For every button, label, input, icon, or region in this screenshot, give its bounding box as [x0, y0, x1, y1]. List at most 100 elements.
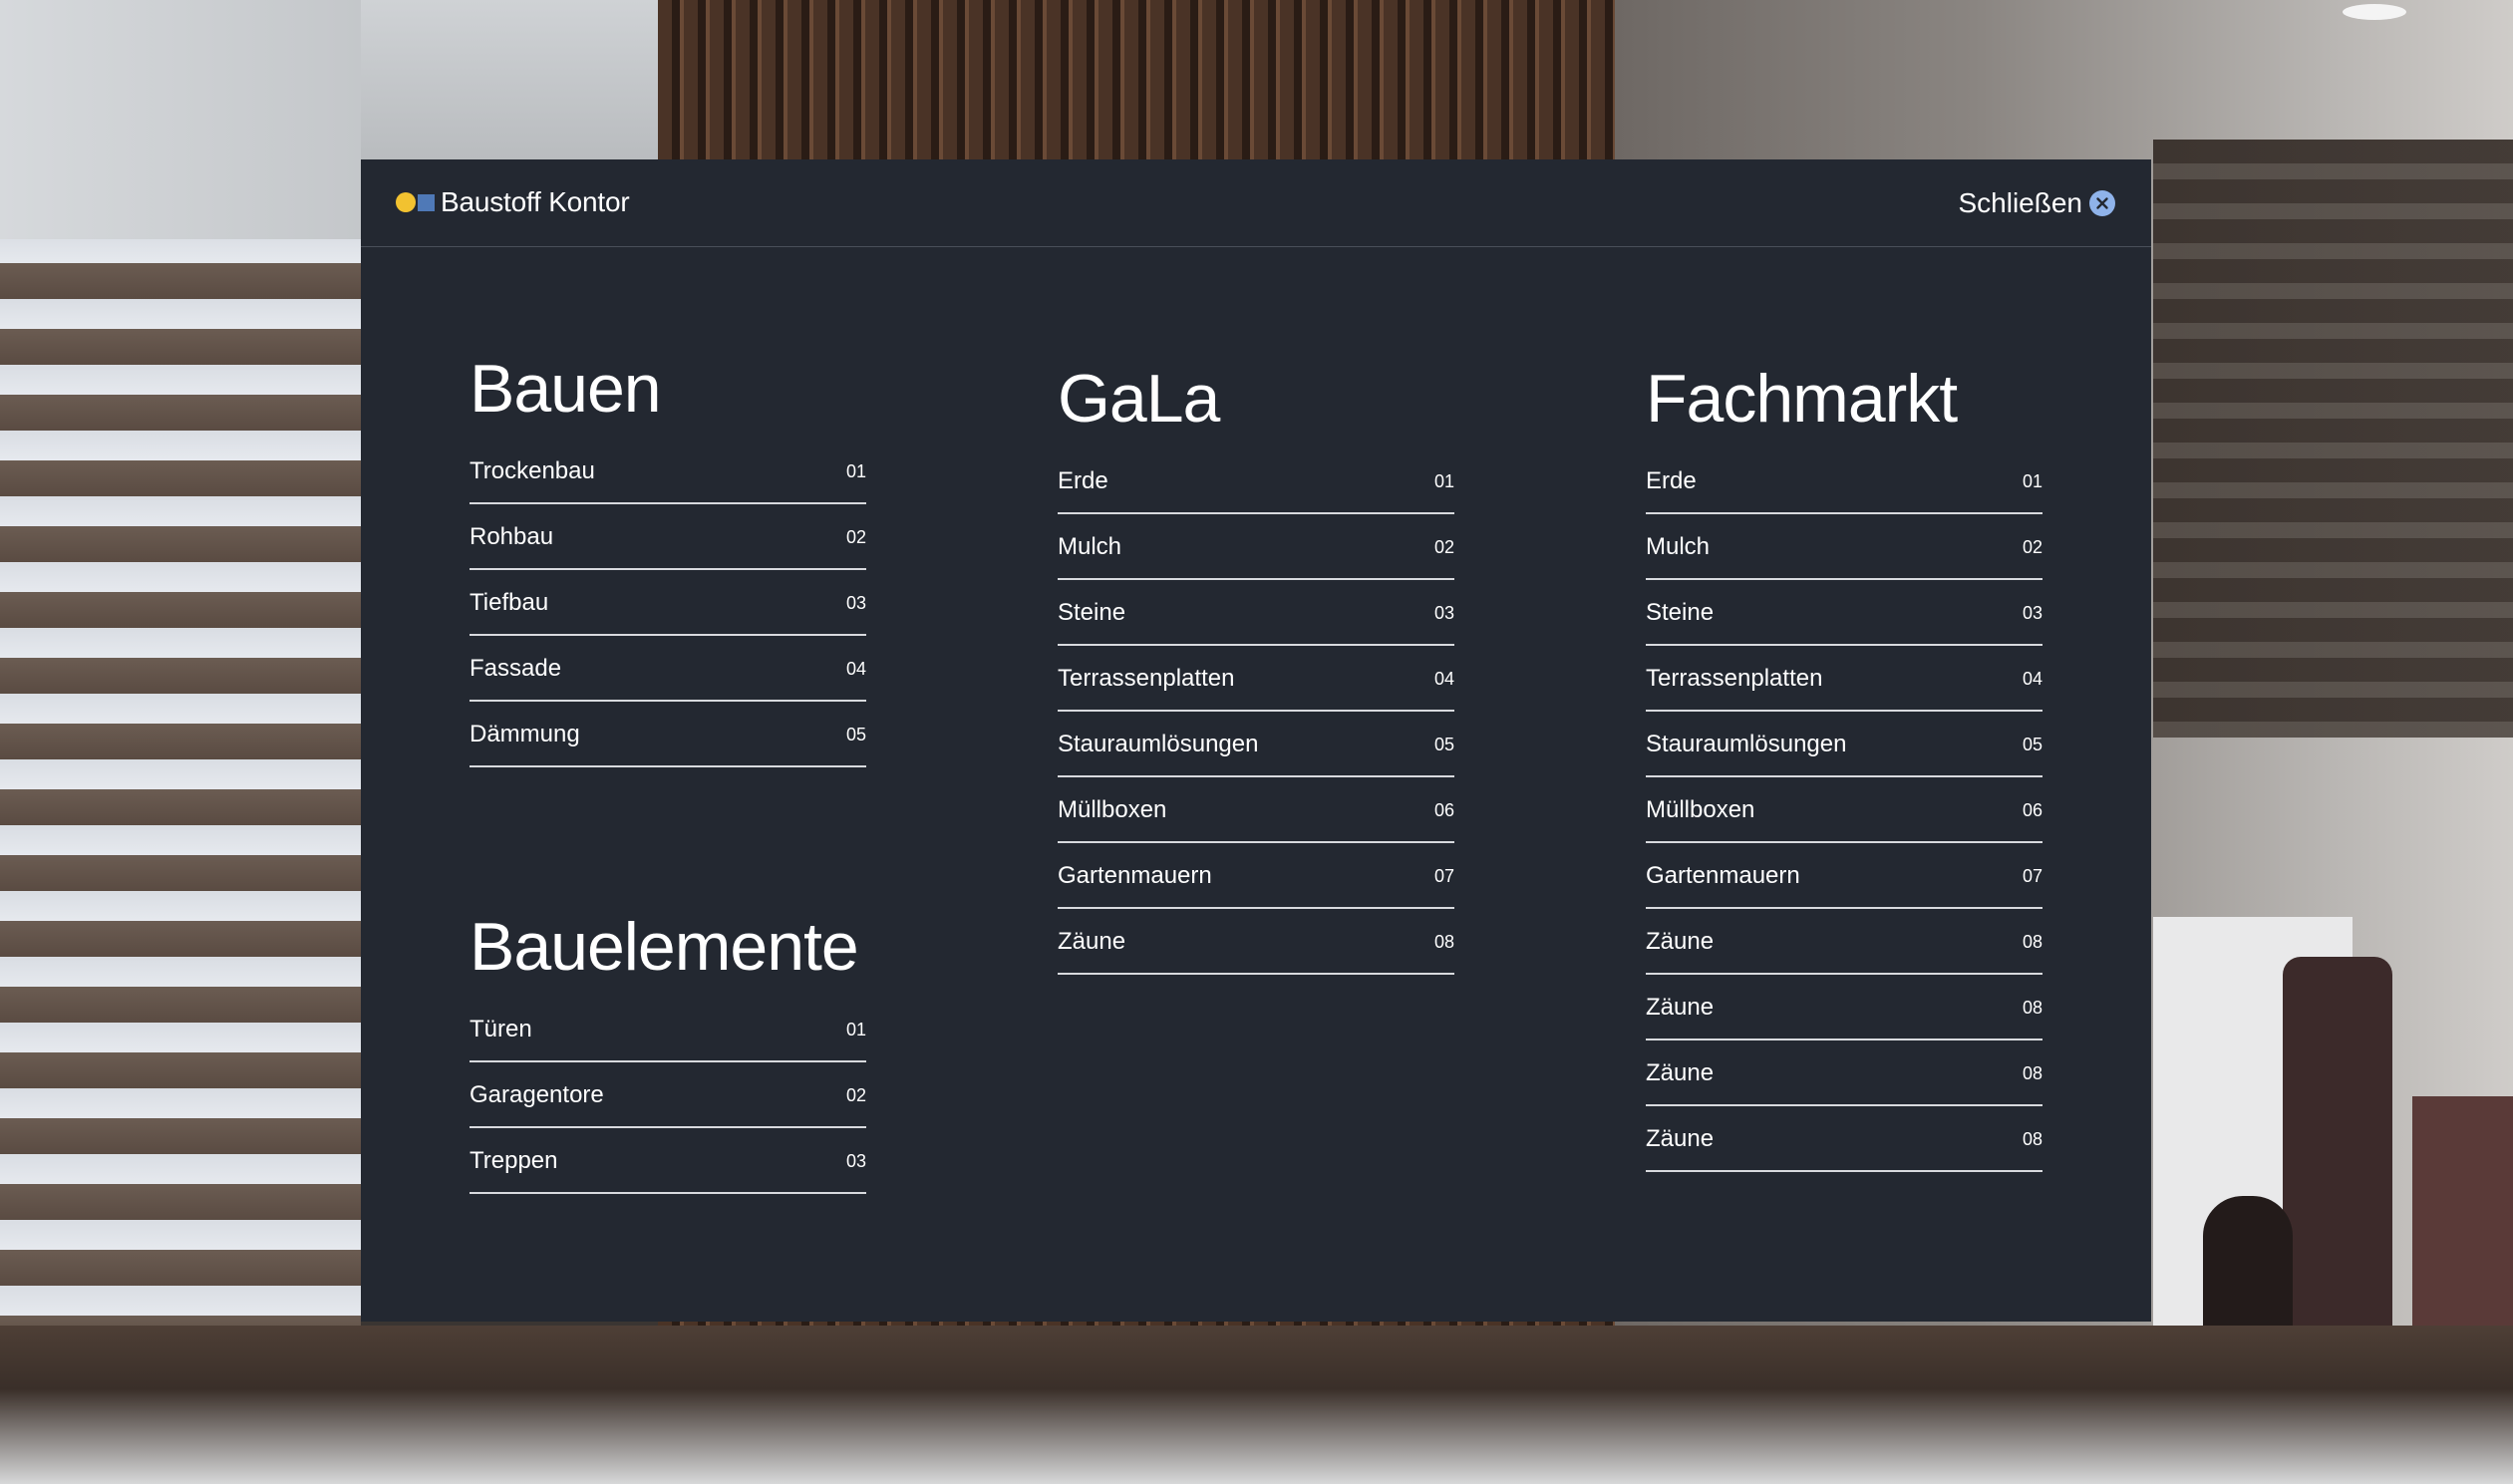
menu-item-label: Gartenmauern [1646, 862, 1800, 889]
menu-item-label: Müllboxen [1058, 796, 1167, 823]
menu-heading: Bauen [470, 351, 662, 427]
menu-list: Türen 01 Garagentore 02 Treppen 03 [470, 997, 866, 1194]
menu-item[interactable]: Mulch 02 [1058, 514, 1454, 580]
floor [0, 1326, 2513, 1484]
menu-group-fachmarkt: Fachmarkt Erde 01 Mulch 02 Steine 03 Terrassen… [1646, 359, 2042, 1172]
menu-item[interactable]: Garagentore 02 [470, 1062, 866, 1128]
stair-underside [2153, 140, 2513, 738]
menu-item-label: Treppen [470, 1147, 558, 1174]
menu-item-label: Trockenbau [470, 457, 595, 484]
menu-item-number: 02 [845, 1084, 866, 1105]
menu-item-number: 04 [2022, 668, 2042, 689]
menu-item-number: 03 [1433, 602, 1454, 623]
menu-item-number: 01 [2022, 470, 2042, 491]
menu-item-number: 08 [1433, 931, 1454, 952]
menu-item-label: Erde [1058, 467, 1108, 494]
menu-item[interactable]: Steine 03 [1058, 580, 1454, 646]
menu-item-label: Steine [1646, 599, 1715, 626]
menu-item-number: 04 [1433, 668, 1454, 689]
menu-item-number: 05 [1433, 734, 1454, 754]
menu-item-label: Stauraumlösungen [1646, 731, 1847, 757]
menu-item[interactable]: Müllboxen 06 [1058, 777, 1454, 843]
menu-item-number: 02 [845, 526, 866, 547]
modal-header: Baustoff Kontor Schließen [361, 159, 2151, 247]
menu-item[interactable]: Zäune 08 [1646, 909, 2042, 975]
close-icon [2089, 190, 2115, 216]
menu-item-number: 04 [845, 658, 866, 679]
menu-item-label: Zäune [1058, 928, 1126, 955]
menu-item-label: Terrassenplatten [1646, 665, 1823, 692]
menu-heading: Bauelemente [470, 909, 859, 985]
menu-item-number: 08 [2022, 997, 2042, 1018]
brand-logo[interactable]: Baustoff Kontor [396, 186, 630, 217]
menu-item[interactable]: Stauraumlösungen 05 [1058, 712, 1454, 777]
menu-item-label: Dämmung [470, 721, 580, 747]
menu-item-label: Zäune [1646, 1059, 1715, 1086]
menu-group-bauelemente: Bauelemente Türen 01 Garagentore 02 Treppen 0… [470, 907, 866, 1194]
menu-item-number: 08 [2022, 1128, 2042, 1149]
menu-item[interactable]: Terrassenplatten 04 [1646, 646, 2042, 712]
menu-item-number: 06 [1433, 799, 1454, 820]
menu-list: Trockenbau 01 Rohbau 02 Tiefbau 03 Fassade 04 Dä… [470, 439, 866, 767]
menu-item-number: 07 [1433, 865, 1454, 886]
menu-item-number: 01 [845, 460, 866, 481]
menu-item-label: Türen [470, 1016, 532, 1042]
menu-item[interactable]: Mulch 02 [1646, 514, 2042, 580]
menu-item-label: Mulch [1058, 533, 1122, 560]
logo-square-icon [418, 193, 435, 211]
menu-item-label: Rohbau [470, 523, 554, 550]
menu-item-label: Terrassenplatten [1058, 665, 1235, 692]
menu-heading: GaLa [1058, 361, 1220, 437]
close-button[interactable]: Schließen [1958, 187, 2115, 219]
menu-item-label: Erde [1646, 467, 1697, 494]
menu-item[interactable]: Türen 01 [470, 997, 866, 1062]
menu-item-label: Garagentore [470, 1081, 604, 1108]
wall [361, 0, 660, 159]
menu-item[interactable]: Rohbau 02 [470, 504, 866, 570]
menu-item-number: 01 [1433, 470, 1454, 491]
menu-item-label: Zäune [1646, 928, 1715, 955]
menu-item-label: Zäune [1646, 1125, 1715, 1152]
menu-item[interactable]: Steine 03 [1646, 580, 2042, 646]
menu-item[interactable]: Fassade 04 [470, 636, 866, 702]
menu-item-label: Fassade [470, 655, 562, 682]
menu-item[interactable]: Erde 01 [1058, 448, 1454, 514]
menu-item[interactable]: Trockenbau 01 [470, 439, 866, 504]
menu-item-number: 08 [2022, 931, 2042, 952]
ceiling-lamp [2343, 4, 2406, 20]
menu-item-number: 07 [2022, 865, 2042, 886]
menu-item-number: 01 [845, 1019, 866, 1039]
menu-item[interactable]: Terrassenplatten 04 [1058, 646, 1454, 712]
brand-name: Baustoff Kontor [441, 186, 630, 217]
menu-item-number: 06 [2022, 799, 2042, 820]
menu-list: Erde 01 Mulch 02 Steine 03 Terrassenplatten 04 S… [1058, 448, 1454, 975]
close-label: Schließen [1958, 187, 2082, 218]
menu-item-number: 05 [2022, 734, 2042, 754]
menu-item-number: 05 [845, 724, 866, 744]
menu-group-bauen: Bauen Trockenbau 01 Rohbau 02 Tiefbau 03 Fassa… [470, 349, 866, 767]
menu-item[interactable]: Erde 01 [1646, 448, 2042, 514]
menu-item[interactable]: Tiefbau 03 [470, 570, 866, 636]
menu-heading: Fachmarkt [1646, 361, 1958, 437]
menu-item-label: Stauraumlösungen [1058, 731, 1259, 757]
menu-item[interactable]: Zäune 08 [1646, 975, 2042, 1040]
menu-item[interactable]: Gartenmauern 07 [1058, 843, 1454, 909]
menu-item-label: Gartenmauern [1058, 862, 1212, 889]
menu-item[interactable]: Treppen 03 [470, 1128, 866, 1194]
menu-item[interactable]: Dämmung 05 [470, 702, 866, 767]
menu-item-number: 03 [845, 592, 866, 613]
menu-item[interactable]: Müllboxen 06 [1646, 777, 2042, 843]
menu-item[interactable]: Zäune 08 [1646, 1040, 2042, 1106]
menu-group-gala: GaLa Erde 01 Mulch 02 Steine 03 Terrassenplatt… [1058, 359, 1454, 975]
menu-item-number: 08 [2022, 1062, 2042, 1083]
logo-dot-icon [396, 192, 416, 212]
menu-item-number: 02 [2022, 536, 2042, 557]
menu-item[interactable]: Stauraumlösungen 05 [1646, 712, 2042, 777]
menu-item-number: 03 [845, 1150, 866, 1171]
menu-item[interactable]: Zäune 08 [1058, 909, 1454, 975]
menu-item-number: 03 [2022, 602, 2042, 623]
menu-item[interactable]: Gartenmauern 07 [1646, 843, 2042, 909]
menu-item-label: Tiefbau [470, 589, 549, 616]
menu-item-label: Müllboxen [1646, 796, 1755, 823]
menu-item[interactable]: Zäune 08 [1646, 1106, 2042, 1172]
